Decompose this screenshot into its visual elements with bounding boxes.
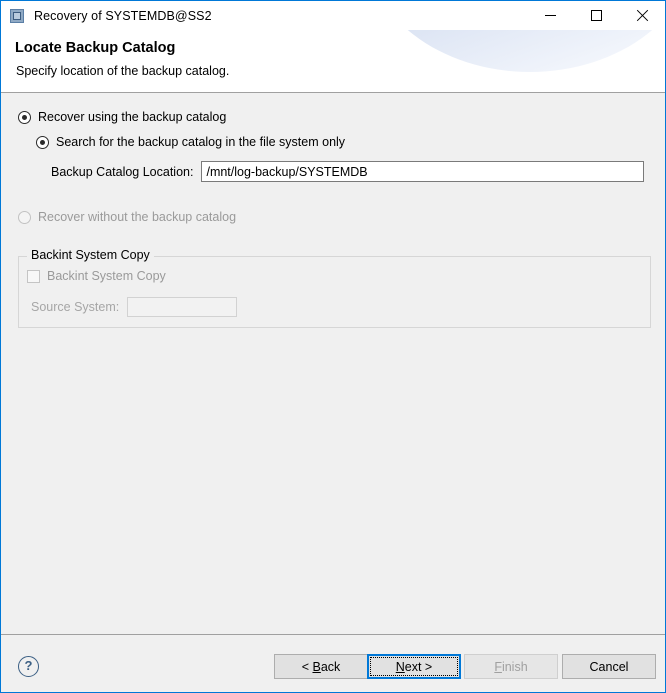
title-bar: Recovery of SYSTEMDB@SS2 [1,1,665,30]
wizard-content: Recover using the backup catalog Search … [1,93,665,634]
radio-search-file-system-only[interactable]: Search for the backup catalog in the fil… [36,135,345,149]
radio-label-search-file-system: Search for the backup catalog in the fil… [56,135,346,149]
next-button[interactable]: Next > [367,654,461,679]
cancel-button-label: Cancel [589,659,629,674]
cancel-button[interactable]: Cancel [562,654,656,679]
wizard-header: Locate Backup Catalog Specify location o… [1,30,665,92]
application-window-icon [10,8,26,24]
close-button[interactable] [619,1,665,30]
maximize-button[interactable] [573,1,619,30]
backint-system-copy-checkbox-label: Backint System Copy [47,269,166,283]
source-system-row: Source System: [31,297,238,317]
wizard-footer: ? < Back Next > Finish Cancel [1,635,665,692]
minimize-button[interactable] [527,1,573,30]
close-icon [636,10,648,22]
header-decoration [365,30,665,72]
backup-catalog-location-label: Backup Catalog Location: [51,164,194,179]
next-button-mnemonic: N [395,659,405,674]
backint-system-copy-checkbox[interactable] [27,269,40,283]
maximize-icon [590,10,602,21]
page-subtitle: Specify location of the backup catalog. [16,64,230,78]
source-system-label: Source System: [31,300,120,314]
finish-button-suffix: inish [501,659,528,674]
back-button-suffix: ack [320,659,341,674]
next-button-suffix: ext > [404,659,433,674]
back-button-mnemonic: B [312,659,321,674]
radio-recover-using-catalog[interactable]: Recover using the backup catalog [18,110,226,124]
radio-indicator-search-file-system[interactable] [36,135,49,149]
source-system-input[interactable] [127,297,238,317]
backint-system-copy-group: Backint System Copy Backint System Copy … [18,248,651,328]
finish-button-mnemonic: F [494,659,502,674]
backup-catalog-location-input[interactable] [201,161,645,182]
help-icon[interactable]: ? [18,656,39,677]
backint-system-copy-checkbox-row[interactable]: Backint System Copy [27,269,166,283]
window-title: Recovery of SYSTEMDB@SS2 [34,8,212,23]
radio-label-without-catalog: Recover without the backup catalog [38,210,237,224]
backup-catalog-location-row: Backup Catalog Location: [51,161,645,182]
radio-label-using-catalog: Recover using the backup catalog [38,110,227,124]
minimize-icon [544,15,556,16]
back-button[interactable]: < Back [274,654,368,679]
finish-button[interactable]: Finish [464,654,558,679]
radio-recover-without-catalog[interactable]: Recover without the backup catalog [18,210,236,224]
backint-group-title: Backint System Copy [27,248,154,262]
radio-indicator-without-catalog[interactable] [18,210,31,224]
radio-indicator-using-catalog[interactable] [18,110,31,124]
back-button-prefix: < [301,659,313,674]
recovery-wizard-window: Recovery of SYSTEMDB@SS2 Locate Backup C… [0,0,666,693]
page-title: Locate Backup Catalog [15,40,176,56]
